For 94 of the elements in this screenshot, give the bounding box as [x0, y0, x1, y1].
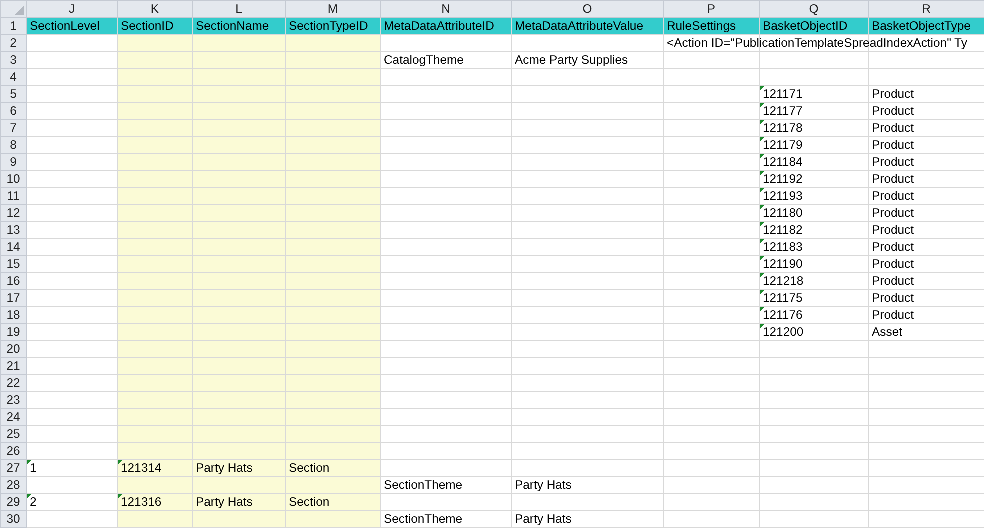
cell-text: Product: [872, 222, 914, 236]
cell-text: 121179: [763, 138, 803, 152]
cell-text: CatalogTheme: [384, 52, 464, 66]
cell-text: 121183: [763, 240, 803, 254]
row-header[interactable]: 18: [0, 306, 26, 324]
cell-text: Acme Party Supplies: [515, 52, 628, 66]
row-header[interactable]: 23: [0, 392, 26, 408]
cell-text: 121218: [763, 274, 804, 288]
row-header[interactable]: 24: [0, 408, 26, 426]
cell-text: 121184: [763, 154, 803, 168]
row-header[interactable]: 8: [0, 136, 26, 154]
cell-text: 121314: [121, 460, 162, 474]
cell-text: 2: [30, 494, 37, 508]
column-header[interactable]: L: [192, 0, 286, 18]
column-title: MetaDataAttributeID: [384, 18, 494, 32]
cell-text: Product: [872, 206, 914, 220]
cell-text: Product: [872, 308, 914, 322]
cell-text: Section: [289, 494, 330, 508]
cell-text: Asset: [872, 324, 902, 338]
row-header[interactable]: 9: [0, 154, 26, 170]
column-title: SectionLevel: [30, 18, 100, 32]
row-header[interactable]: 5: [0, 86, 26, 102]
row-header[interactable]: 27: [0, 460, 26, 476]
row-header[interactable]: 11: [0, 188, 26, 204]
cell-text: 121176: [763, 308, 803, 322]
row-header[interactable]: 28: [0, 476, 26, 494]
column-title: BasketObjectID: [763, 18, 848, 32]
cell-text: Product: [872, 120, 914, 134]
row-header[interactable]: 13: [0, 222, 26, 238]
cell-text: 1: [30, 460, 37, 474]
row-header[interactable]: 26: [0, 442, 26, 460]
cell-text: Party Hats: [196, 460, 253, 474]
row-header[interactable]: 25: [0, 426, 26, 442]
column-header[interactable]: Q: [760, 0, 868, 18]
cell-text: 121182: [763, 222, 803, 236]
cell-text: 121200: [763, 324, 804, 338]
cell-text: 121316: [121, 494, 162, 508]
row-header[interactable]: 7: [0, 120, 26, 136]
column-title: MetaDataAttributeValue: [515, 18, 644, 32]
column-title: BasketObjectType: [872, 18, 971, 32]
row-header[interactable]: 14: [0, 238, 26, 256]
cell-text: 121175: [763, 290, 803, 304]
row-header[interactable]: 16: [0, 272, 26, 290]
cell-text: Product: [872, 188, 914, 202]
row-header[interactable]: 17: [0, 290, 26, 306]
cell-text: Product: [872, 154, 914, 168]
cell-text: Party Hats: [515, 512, 572, 526]
cell-text: Product: [872, 86, 914, 100]
row-header[interactable]: 1: [0, 18, 26, 34]
column-header[interactable]: R: [868, 0, 984, 18]
row-header[interactable]: 22: [0, 374, 26, 392]
cell-text: SectionTheme: [384, 478, 463, 492]
row-header[interactable]: 19: [0, 324, 26, 340]
row-header[interactable]: 30: [0, 510, 26, 528]
column-title: SectionID: [121, 18, 174, 32]
cell-text: Product: [872, 274, 914, 288]
column-title: SectionTypeID: [289, 18, 368, 32]
cell-text: Product: [872, 256, 914, 270]
cell-text: 121177: [763, 104, 803, 118]
cell-text: 121180: [763, 206, 803, 220]
row-header[interactable]: 12: [0, 204, 26, 222]
cell-text: 121192: [763, 172, 803, 186]
column-header[interactable]: O: [512, 0, 664, 18]
cell-text: Product: [872, 172, 914, 186]
row-header[interactable]: 15: [0, 256, 26, 272]
cell-text: 121171: [763, 86, 803, 100]
cell-text: Product: [872, 104, 914, 118]
column-title: SectionName: [196, 18, 270, 32]
cell-text: Product: [872, 138, 914, 152]
row-header[interactable]: 20: [0, 340, 26, 358]
column-header[interactable]: N: [380, 0, 512, 18]
row-header[interactable]: 6: [0, 102, 26, 120]
column-title: RuleSettings: [667, 18, 736, 32]
cell-text: Section: [289, 460, 330, 474]
column-header[interactable]: J: [26, 0, 118, 18]
cell-text: 121190: [763, 256, 803, 270]
row-header[interactable]: 2: [0, 34, 26, 52]
row-header[interactable]: 3: [0, 52, 26, 68]
column-header[interactable]: P: [664, 0, 760, 18]
column-header[interactable]: M: [286, 0, 380, 18]
cell-text: Party Hats: [196, 494, 253, 508]
cell-text: Party Hats: [515, 478, 572, 492]
row-header[interactable]: 4: [0, 68, 26, 86]
row-header[interactable]: 10: [0, 170, 26, 188]
cell-text: 121193: [763, 188, 803, 202]
row-header[interactable]: 21: [0, 358, 26, 374]
cell-text: 121178: [763, 120, 803, 134]
row-header[interactable]: 29: [0, 494, 26, 510]
cell-text: Product: [872, 240, 914, 254]
cell-text: <Action ID="PublicationTemplateSpreadIndexAction" Ty: [667, 36, 968, 50]
select-all-button[interactable]: [0, 0, 26, 18]
cell-text: SectionTheme: [384, 512, 463, 526]
cell-text: Product: [872, 290, 914, 304]
column-header[interactable]: K: [118, 0, 192, 18]
